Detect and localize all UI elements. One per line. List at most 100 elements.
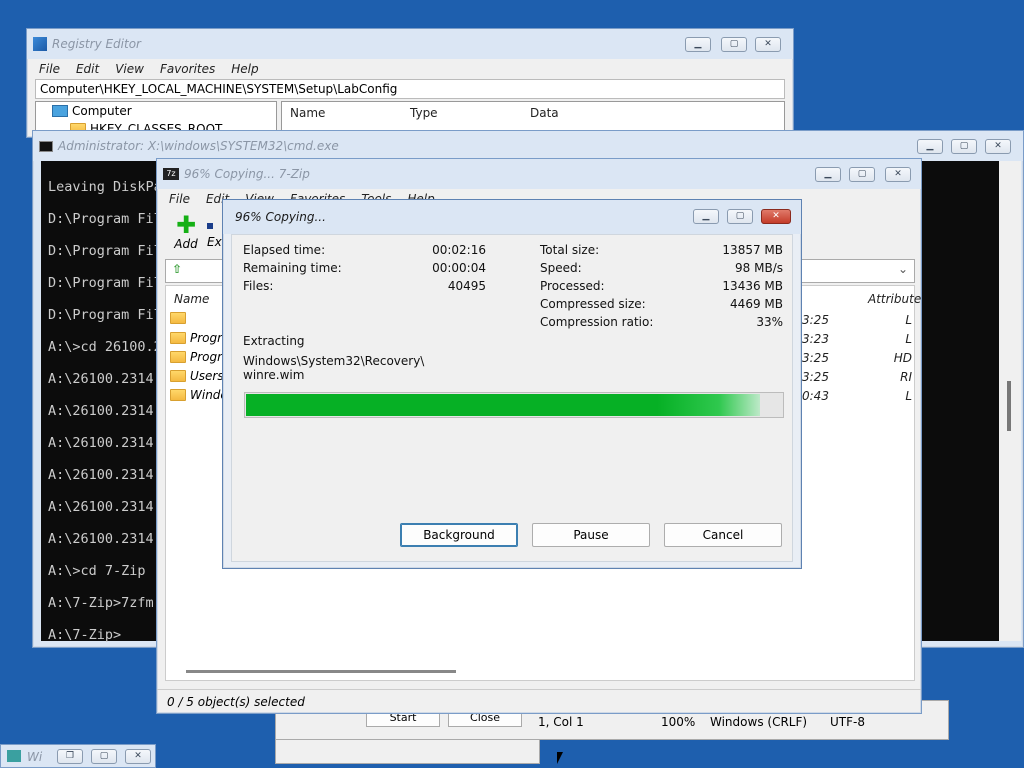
minimize-icon[interactable]: ▁ [815,167,841,182]
console-line: A:\>cd 7-Zip [48,563,146,579]
compression-ratio-value: 33% [756,315,783,329]
registry-address-bar[interactable]: Computer\HKEY_LOCAL_MACHINE\SYSTEM\Setup… [35,79,785,99]
list-item[interactable]: Progra [170,331,229,345]
row-time: 3:25 [802,313,829,327]
console-scrollbar[interactable] [999,161,1021,641]
operation-label: Extracting [243,334,305,348]
menu-file[interactable]: File [169,192,190,206]
console-line: D:\Program File [48,211,170,227]
menu-file[interactable]: File [39,62,60,76]
row-attr: L [905,389,912,403]
speed-label: Speed: [540,261,582,275]
close-icon[interactable]: ✕ [761,209,791,224]
console-line: A:\26100.2314.2 [48,531,170,547]
column-data[interactable]: Data [530,106,559,120]
tree-item-computer[interactable]: Computer [52,104,132,118]
list-item[interactable]: Users [170,369,224,383]
maximize-icon[interactable]: ▢ [951,139,977,154]
column-attributes[interactable]: Attribute [868,292,921,306]
fm-title: 96% Copying... 7-Zip [184,167,310,181]
selection-status: 0 / 5 object(s) selected [167,694,305,709]
scroll-thumb[interactable] [1007,381,1011,431]
row-attr: L [905,332,912,346]
minimize-icon[interactable]: ▁ [685,37,711,52]
files-label: Files: [243,279,274,293]
folder-icon [170,351,186,363]
menu-view[interactable]: View [115,62,144,76]
total-size-label: Total size: [540,243,600,257]
column-name[interactable]: Name [290,106,325,120]
up-arrow-icon[interactable]: ⇧ [172,262,182,276]
compression-ratio-label: Compression ratio: [540,315,654,329]
background-button[interactable]: Background [400,523,518,547]
console-line: A:\>cd 26100.23 [48,339,170,355]
row-attr: L [905,313,912,327]
fm-titlebar[interactable]: 7z 96% Copying... 7-Zip ▁ ▢ ✕ [157,159,921,189]
row-time: 0:43 [802,389,829,403]
elapsed-value: 00:02:16 [432,243,486,257]
restore-icon[interactable]: ❐ [57,749,83,764]
registry-titlebar[interactable]: Registry Editor ▁ ▢ ✕ [27,29,793,59]
pause-button[interactable]: Pause [532,523,650,547]
console-line: A:\26100.2314.2 [48,467,170,483]
horizontal-scrollbar[interactable] [186,670,456,673]
maximize-icon[interactable]: ▢ [91,749,117,764]
cmd-icon [39,140,53,152]
progress-bar [244,392,784,418]
dialog-titlebar[interactable]: 96% Copying... ▁ ▢ ✕ [223,200,801,234]
maximize-icon[interactable]: ▢ [849,167,875,182]
menu-help[interactable]: Help [231,62,258,76]
current-file-path: Windows\System32\Recovery\ [243,354,425,368]
remaining-value: 00:00:04 [432,261,486,275]
close-icon[interactable]: ✕ [125,749,151,764]
cursor-position: 1, Col 1 [538,715,584,729]
notepad-lower-panel [275,740,540,764]
folder-icon [170,389,186,401]
console-line: D:\Program File [48,243,170,259]
remaining-label: Remaining time: [243,261,342,275]
current-file-name: winre.wim [243,368,305,382]
processed-label: Processed: [540,279,605,293]
folder-icon [170,312,186,324]
maximize-icon[interactable]: ▢ [721,37,747,52]
dialog-title: 96% Copying... [235,210,326,224]
list-item[interactable]: Progra [170,350,229,364]
close-icon[interactable]: ✕ [885,167,911,182]
console-line: Leaving DiskPar [48,179,170,195]
console-line: A:\7-Zip> [48,627,122,643]
add-button[interactable]: ✚ Add [171,213,201,255]
add-icon: ✚ [175,211,197,239]
console-line: D:\Program File [48,307,170,323]
column-name[interactable]: Name [174,292,209,306]
console-line: D:\Program File [48,275,170,291]
elapsed-label: Elapsed time: [243,243,326,257]
console-line: A:\26100.2314.2 [48,403,170,419]
cmd-titlebar[interactable]: Administrator: X:\windows\SYSTEM32\cmd.e… [33,131,1023,161]
console-line: A:\7-Zip>7zfm [48,595,154,611]
folder-icon [170,370,186,382]
menu-edit[interactable]: Edit [76,62,99,76]
list-item[interactable] [170,312,190,324]
progress-dialog[interactable]: 96% Copying... ▁ ▢ ✕ Elapsed time: 00:02… [222,199,802,569]
app-icon [7,750,21,762]
fm-statusbar: 0 / 5 object(s) selected [157,689,921,713]
console-line: A:\26100.2314.2 [48,435,170,451]
registry-editor-window[interactable]: Registry Editor ▁ ▢ ✕ File Edit View Fav… [26,28,794,141]
line-endings: Windows (CRLF) [710,715,808,729]
close-icon[interactable]: ✕ [985,139,1011,154]
close-icon[interactable]: ✕ [755,37,781,52]
registry-icon [33,37,47,51]
progress-fill [246,394,761,416]
list-item[interactable]: Windo [170,388,228,402]
path-dropdown-icon[interactable]: ⌄ [898,262,908,276]
minimized-window[interactable]: Wi ❐ ▢ ✕ [0,744,156,768]
column-type[interactable]: Type [410,106,438,120]
cancel-button[interactable]: Cancel [664,523,782,547]
menu-favorites[interactable]: Favorites [160,62,215,76]
processed-value: 13436 MB [722,279,783,293]
minimize-icon[interactable]: ▁ [917,139,943,154]
extract-icon [207,223,213,229]
minimize-icon[interactable]: ▁ [693,209,719,224]
row-attr: HD [893,351,912,365]
maximize-icon[interactable]: ▢ [727,209,753,224]
